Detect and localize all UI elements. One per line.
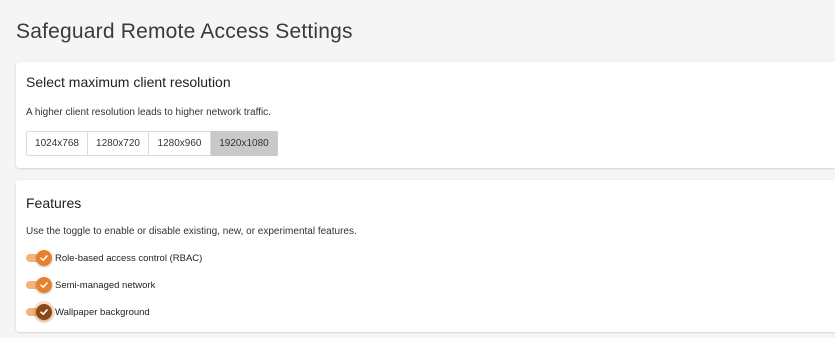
rbac-toggle[interactable] — [26, 250, 52, 266]
resolution-option-1280x960[interactable]: 1280x960 — [149, 131, 211, 156]
wallpaper-background-toggle[interactable] — [26, 304, 52, 320]
resolution-description: A higher client resolution leads to high… — [26, 107, 271, 118]
feature-label-rbac: Role-based access control (RBAC) — [55, 252, 203, 264]
resolution-option-1280x720[interactable]: 1280x720 — [88, 131, 149, 156]
resolution-option-1024x768[interactable]: 1024x768 — [26, 131, 88, 156]
check-icon — [36, 277, 52, 293]
feature-label-wallpaper-background: Wallpaper background — [55, 306, 150, 318]
semi-managed-network-toggle[interactable] — [26, 277, 52, 293]
features-title: Features — [26, 195, 82, 211]
check-icon — [36, 304, 52, 320]
feature-label-semi-managed-network: Semi-managed network — [55, 279, 156, 291]
resolution-option-1920x1080[interactable]: 1920x1080 — [211, 131, 278, 156]
feature-rbac: Role-based access control (RBAC) — [26, 250, 202, 266]
check-icon — [36, 250, 52, 266]
feature-semi-managed-network: Semi-managed network — [26, 277, 155, 293]
features-card: Features Use the toggle to enable or dis… — [16, 180, 835, 332]
resolution-button-group: 1024x768 1280x720 1280x960 1920x1080 — [26, 131, 278, 156]
feature-wallpaper-background: Wallpaper background — [26, 304, 150, 320]
resolution-card: Select maximum client resolution A highe… — [16, 62, 835, 168]
resolution-title: Select maximum client resolution — [26, 74, 231, 90]
features-description: Use the toggle to enable or disable exis… — [26, 226, 357, 237]
page-title: Safeguard Remote Access Settings — [16, 20, 353, 43]
